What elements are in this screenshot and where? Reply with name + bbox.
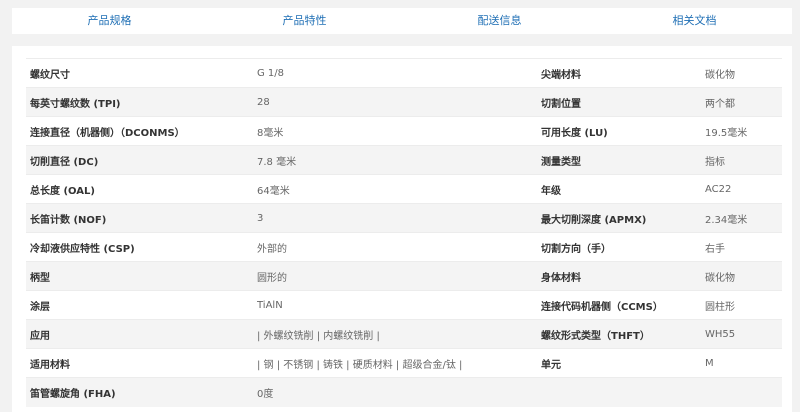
spec-label: 涂层 (26, 290, 257, 320)
spec-label: 切割方向（手） (537, 232, 705, 262)
spec-value: M (705, 348, 782, 378)
spec-label: 笛管螺旋角 (FHA) (26, 377, 257, 407)
spec-label: 柄型 (26, 261, 257, 291)
spec-label: 总长度 (OAL) (26, 174, 257, 204)
spec-label: 尖端材料 (537, 58, 705, 88)
table-row: 总长度 (OAL) 64毫米 年级 AC22 (26, 174, 782, 204)
spec-value: 3 (257, 203, 537, 233)
tab-specifications[interactable]: 产品规格 (12, 8, 207, 34)
spec-value: 7.8 毫米 (257, 145, 537, 175)
spec-label: 螺纹尺寸 (26, 58, 257, 88)
spec-label: 每英寸螺纹数 (TPI) (26, 87, 257, 117)
tab-features[interactable]: 产品特性 (207, 8, 402, 34)
spec-value: WH55 (705, 319, 782, 349)
tab-shipping[interactable]: 配送信息 (402, 8, 597, 34)
spec-value: 两个都 (705, 87, 782, 117)
spec-table: 螺纹尺寸 G 1/8 尖端材料 碳化物 每英寸螺纹数 (TPI) 28 切割位置… (26, 58, 782, 407)
spec-label: 年级 (537, 174, 705, 204)
tab-documents[interactable]: 相关文档 (597, 8, 792, 34)
spec-value: 2.34毫米 (705, 203, 782, 233)
table-row: 涂层 TiAlN 连接代码机器侧（CCMS） 圆柱形 (26, 290, 782, 320)
spec-value: 8毫米 (257, 116, 537, 146)
spec-value: TiAlN (257, 290, 537, 320)
spec-value: 右手 (705, 232, 782, 262)
spec-label: 螺纹形式类型（THFT） (537, 319, 705, 349)
spec-value: 碳化物 (705, 58, 782, 88)
spec-value: 圆柱形 (705, 290, 782, 320)
tab-bar: 产品规格 产品特性 配送信息 相关文档 (12, 8, 792, 34)
table-row: 冷却液供应特性 (CSP) 外部的 切割方向（手） 右手 (26, 232, 782, 262)
spec-label: 连接代码机器侧（CCMS） (537, 290, 705, 320)
spec-label: 最大切削深度 (APMX) (537, 203, 705, 233)
spec-value: AC22 (705, 174, 782, 204)
table-row: 应用 | 外螺纹铣削 | 内螺纹铣削 | 螺纹形式类型（THFT） WH55 (26, 319, 782, 349)
spec-label: 身体材料 (537, 261, 705, 291)
spec-value: 64毫米 (257, 174, 537, 204)
spec-label: 适用材料 (26, 348, 257, 378)
spec-label: 连接直径（机器侧）（DCONMS） (26, 116, 257, 146)
spec-value: | 钢 | 不锈钢 | 铸铁 | 硬质材料 | 超级合金/钛 | (257, 348, 537, 378)
table-row: 适用材料 | 钢 | 不锈钢 | 铸铁 | 硬质材料 | 超级合金/钛 | 单元… (26, 348, 782, 378)
table-row: 螺纹尺寸 G 1/8 尖端材料 碳化物 (26, 58, 782, 88)
spec-label: 冷却液供应特性 (CSP) (26, 232, 257, 262)
table-row: 柄型 圆形的 身体材料 碳化物 (26, 261, 782, 291)
table-row: 切削直径 (DC) 7.8 毫米 测量类型 指标 (26, 145, 782, 175)
spec-value: 圆形的 (257, 261, 537, 291)
table-row: 长笛计数 (NOF) 3 最大切削深度 (APMX) 2.34毫米 (26, 203, 782, 233)
spec-value: 碳化物 (705, 261, 782, 291)
spec-label: 单元 (537, 348, 705, 378)
spec-label: 测量类型 (537, 145, 705, 175)
spec-value: 指标 (705, 145, 782, 175)
table-row: 连接直径（机器侧）（DCONMS） 8毫米 可用长度 (LU) 19.5毫米 (26, 116, 782, 146)
table-row: 笛管螺旋角 (FHA) 0度 (26, 377, 782, 407)
spec-value: 28 (257, 87, 537, 117)
spec-value: 19.5毫米 (705, 116, 782, 146)
spec-value: 外部的 (257, 232, 537, 262)
spec-value: G 1/8 (257, 58, 537, 88)
spec-card: 螺纹尺寸 G 1/8 尖端材料 碳化物 每英寸螺纹数 (TPI) 28 切割位置… (12, 46, 792, 412)
spec-value: | 外螺纹铣削 | 内螺纹铣削 | (257, 319, 537, 349)
spec-label: 可用长度 (LU) (537, 116, 705, 146)
spec-label: 切削直径 (DC) (26, 145, 257, 175)
table-row: 每英寸螺纹数 (TPI) 28 切割位置 两个都 (26, 87, 782, 117)
spec-label: 长笛计数 (NOF) (26, 203, 257, 233)
spec-label: 切割位置 (537, 87, 705, 117)
spec-label (537, 377, 705, 407)
spec-label: 应用 (26, 319, 257, 349)
spec-value (705, 377, 782, 407)
spec-value: 0度 (257, 377, 537, 407)
